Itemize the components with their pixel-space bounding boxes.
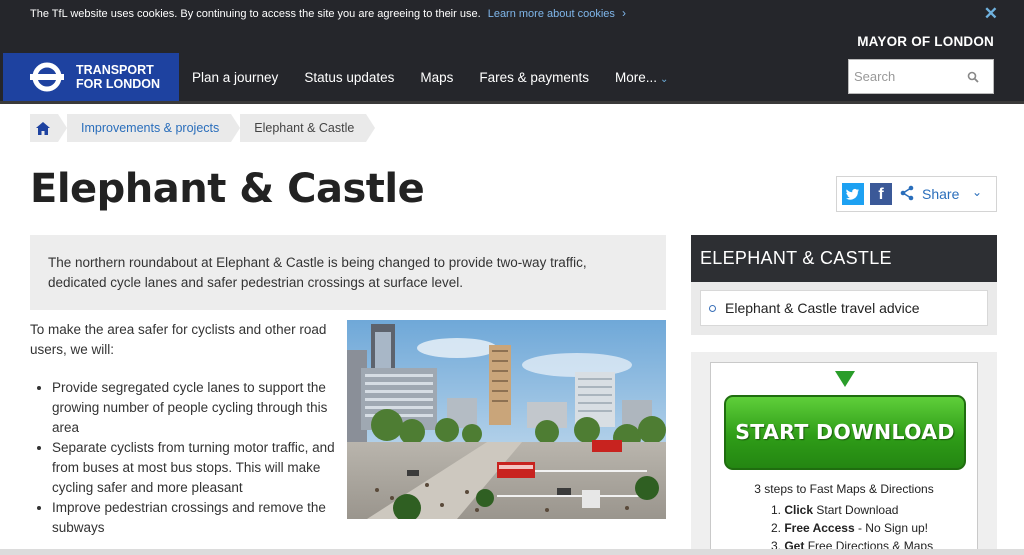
sidebar-item-travel-advice[interactable]: Elephant & Castle travel advice xyxy=(700,290,988,326)
city-scene-image xyxy=(347,320,666,519)
cookie-banner: The TfL website uses cookies. By continu… xyxy=(0,0,1024,28)
ad-step-1: 1. Click Start Download xyxy=(771,503,899,517)
share-icon xyxy=(900,185,914,201)
close-icon[interactable]: ✕ xyxy=(984,4,998,24)
chevron-down-icon: ⌄ xyxy=(972,185,983,199)
nav-more-label: More... xyxy=(614,70,657,85)
horizontal-scrollbar[interactable] xyxy=(0,549,1024,555)
sidebar-heading: ELEPHANT & CASTLE xyxy=(691,235,997,282)
tfl-name: TRANSPORT FOR LONDON xyxy=(76,63,160,91)
twitter-bird-icon xyxy=(846,188,859,200)
chevron-down-icon: ⌄ xyxy=(659,74,669,85)
start-download-button[interactable]: START DOWNLOAD xyxy=(724,395,966,470)
breadcrumb-current: Elephant & Castle xyxy=(240,114,376,142)
chevron-right-icon: › xyxy=(621,6,626,20)
tfl-roundel-icon xyxy=(30,62,64,92)
logo-line-2: FOR LONDON xyxy=(76,77,161,91)
search-placeholder: Search xyxy=(854,69,896,84)
breadcrumb-current-label: Elephant & Castle xyxy=(254,121,355,135)
site-header: MAYOR OF LONDON TRANSPORT FOR LONDON Pla… xyxy=(0,28,1024,103)
tfl-logo[interactable]: TRANSPORT FOR LONDON xyxy=(3,53,179,101)
elephant-castle-illustration xyxy=(347,320,666,519)
breadcrumb: Improvements & projects Elephant & Castl… xyxy=(30,114,376,142)
cookie-message: The TfL website uses cookies. By continu… xyxy=(30,8,481,20)
home-icon xyxy=(36,121,50,135)
lead-paragraph: To make the area safer for cyclists and … xyxy=(30,322,327,357)
list-item: Separate cyclists from turning motor tra… xyxy=(52,438,335,498)
nav-fares-payments[interactable]: Fares & payments xyxy=(479,70,589,85)
list-item: Provide segregated cycle lanes to suppor… xyxy=(52,378,335,438)
sidebar-item-label: Elephant & Castle travel advice xyxy=(725,300,920,316)
nav-plan-a-journey[interactable]: Plan a journey xyxy=(192,70,278,85)
sidebar-links: Elephant & Castle travel advice xyxy=(691,282,997,335)
bullet-circle-icon xyxy=(709,304,716,312)
ad-steps: 1. Click Start Download 2. Free Access -… xyxy=(771,501,933,555)
share-label: Share xyxy=(922,186,960,202)
ad-step-2-bold: Free Access xyxy=(784,521,855,535)
breadcrumb-improvements-link[interactable]: Improvements & projects xyxy=(81,121,219,135)
ad-step-1-bold: Click xyxy=(784,503,814,517)
logo-line-1: TRANSPORT xyxy=(76,63,154,77)
twitter-icon[interactable] xyxy=(842,183,864,205)
advertisement[interactable]: START DOWNLOAD 3 steps to Fast Maps & Di… xyxy=(710,362,978,555)
ad-step-2: 2. Free Access - No Sign up! xyxy=(771,521,929,535)
ad-step-2-text: - No Sign up! xyxy=(857,521,929,535)
ad-steps-title: 3 steps to Fast Maps & Directions xyxy=(754,482,934,496)
nav-more[interactable]: More... ⌄ xyxy=(615,70,668,85)
breadcrumb-home[interactable] xyxy=(30,114,67,142)
header-divider xyxy=(0,101,1024,104)
share-widget[interactable]: f Share ⌄ xyxy=(836,176,997,212)
nav-maps[interactable]: Maps xyxy=(420,70,453,85)
list-item: Improve pedestrian crossings and remove … xyxy=(52,498,335,538)
nav-status-updates[interactable]: Status updates xyxy=(304,70,394,85)
facebook-icon[interactable]: f xyxy=(870,183,892,205)
main-nav: Plan a journey Status updates Maps Fares… xyxy=(192,70,668,85)
cookie-learn-more-link[interactable]: Learn more about cookies xyxy=(488,8,615,20)
search-icon[interactable] xyxy=(967,71,979,83)
page-title: Elephant & Castle xyxy=(30,166,425,212)
ad-step-1-text: Start Download xyxy=(816,503,899,517)
breadcrumb-improvements[interactable]: Improvements & projects xyxy=(67,114,241,142)
mayor-of-london-logo[interactable]: MAYOR OF LONDON xyxy=(857,34,994,49)
bullet-list: Provide segregated cycle lanes to suppor… xyxy=(30,378,335,538)
cookie-text-row: The TfL website uses cookies. By continu… xyxy=(30,6,626,20)
article-body: To make the area safer for cyclists and … xyxy=(30,320,335,538)
intro-summary: The northern roundabout at Elephant & Ca… xyxy=(30,235,666,310)
search-input[interactable]: Search xyxy=(848,59,994,94)
arrow-down-icon xyxy=(835,371,855,387)
